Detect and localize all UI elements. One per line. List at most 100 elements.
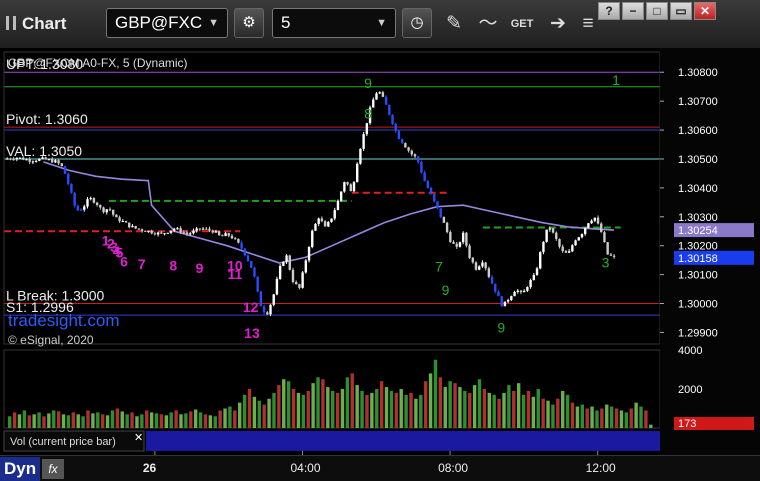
candle-body [185, 232, 189, 234]
volume-bar [521, 394, 526, 428]
candle-body [47, 159, 51, 161]
volume-bar [277, 385, 281, 428]
td-count-label: 11 [228, 266, 243, 282]
volume-bar [458, 387, 462, 428]
candle-body [57, 160, 60, 164]
candle-body [571, 245, 574, 252]
candle-body [25, 159, 28, 161]
price-tick-label: 1.30000 [678, 299, 718, 311]
candle-body [259, 291, 263, 307]
candle-body [503, 301, 507, 307]
candle-body [455, 243, 458, 247]
candle-body [404, 143, 407, 148]
candle-body [166, 232, 169, 234]
formula-button[interactable]: fx [42, 459, 64, 479]
volume-bar [404, 394, 408, 428]
time-tick-label: 26 [142, 461, 157, 475]
chevron-down-icon[interactable]: ▼ [376, 9, 387, 37]
candle-body [478, 266, 481, 270]
pause-icon[interactable] [6, 16, 16, 30]
chevron-down-icon[interactable]: ▼ [208, 9, 219, 37]
price-tick-label: 1.29900 [678, 327, 718, 339]
candle-body [137, 228, 141, 230]
candle-body [311, 230, 314, 248]
volume-bar [203, 414, 208, 428]
studies-button[interactable]: 〜 [474, 10, 502, 38]
volume-bar [81, 416, 85, 428]
candle-body [63, 166, 67, 174]
time-button[interactable]: ◷ [402, 8, 432, 38]
candle-body [153, 233, 157, 235]
volume-bar [110, 410, 115, 428]
close-button[interactable]: ✕ [694, 2, 716, 20]
clock-icon: ◷ [410, 14, 424, 31]
bottom-bar: Dyn fx 26 04:00 08:00 12:00 [0, 455, 760, 481]
symbol-input[interactable]: GBP@FXC ▼ [106, 8, 228, 38]
candle-body [372, 99, 375, 108]
candle-body [609, 254, 613, 256]
settings-button[interactable]: ⚙ [234, 8, 264, 38]
volume-tick-label: 2000 [678, 384, 702, 396]
candle-body [500, 296, 503, 307]
candle-body [128, 222, 131, 228]
volume-bar [296, 392, 301, 428]
td-count-label: 7 [138, 256, 146, 272]
candle-body [12, 159, 15, 161]
volume-bar [120, 411, 124, 428]
candle-body [320, 218, 324, 222]
candle-body [378, 92, 381, 94]
restore-button[interactable]: □ [646, 2, 668, 20]
candle-body [99, 205, 102, 208]
volume-bar [629, 408, 633, 428]
volume-bar [301, 394, 306, 428]
maximize-button[interactable]: ▭ [670, 2, 692, 20]
candle-body [198, 228, 202, 230]
candle-body [426, 181, 430, 189]
get-button[interactable]: GET [508, 10, 536, 38]
candle-body [41, 157, 44, 159]
draw-button[interactable]: ✎ [440, 10, 468, 38]
candle-body [535, 268, 539, 276]
volume-bar [600, 408, 604, 428]
volume-bar [614, 408, 619, 428]
dynamic-mode-button[interactable]: Dyn [0, 457, 40, 481]
dynamic-mode-label: Dyn [4, 459, 37, 478]
candle-body [227, 233, 230, 236]
volume-bar [154, 413, 159, 428]
candle-body [285, 255, 288, 262]
candle-body [121, 221, 125, 223]
ma-value-label: 1.30254 [678, 225, 718, 237]
candle-body [359, 148, 362, 164]
chart-window: { "toolbar": { "title": "Chart", "symbol… [0, 0, 760, 481]
candle-body [217, 231, 221, 236]
volume-bar [649, 424, 653, 428]
candle-body [583, 227, 587, 235]
price-chart[interactable]: UPT: 1.3080Pivot: 1.3060VAL: 1.3050L Bre… [0, 48, 760, 455]
volume-bar [282, 379, 286, 428]
help-button[interactable]: ? [598, 2, 620, 20]
candle-body [317, 218, 320, 224]
interval-input[interactable]: 5 ▼ [272, 8, 396, 38]
close-icon: ✕ [134, 432, 143, 444]
candle-body [452, 241, 455, 244]
candle-body [282, 261, 285, 266]
pencil-icon: ✎ [446, 13, 462, 34]
menu-icon: ≡ [582, 13, 594, 34]
volume-bar [463, 390, 467, 428]
minimize-button[interactable]: − [622, 2, 644, 20]
td-count-label: 9 [196, 260, 204, 276]
candle-body [89, 198, 92, 200]
volume-bar [198, 412, 203, 428]
candle-body [163, 233, 166, 235]
candle-body [490, 276, 494, 284]
candle-body [160, 232, 163, 234]
candle-body [291, 269, 295, 283]
volume-bar [233, 410, 237, 428]
price-tick-label: 1.30400 [678, 183, 718, 195]
candle-body [394, 123, 397, 131]
candle-body [420, 161, 423, 173]
candle-body [522, 290, 526, 293]
volume-bar [565, 394, 570, 428]
candle-body [439, 208, 442, 218]
scroll-button[interactable]: ➔ [544, 10, 572, 38]
